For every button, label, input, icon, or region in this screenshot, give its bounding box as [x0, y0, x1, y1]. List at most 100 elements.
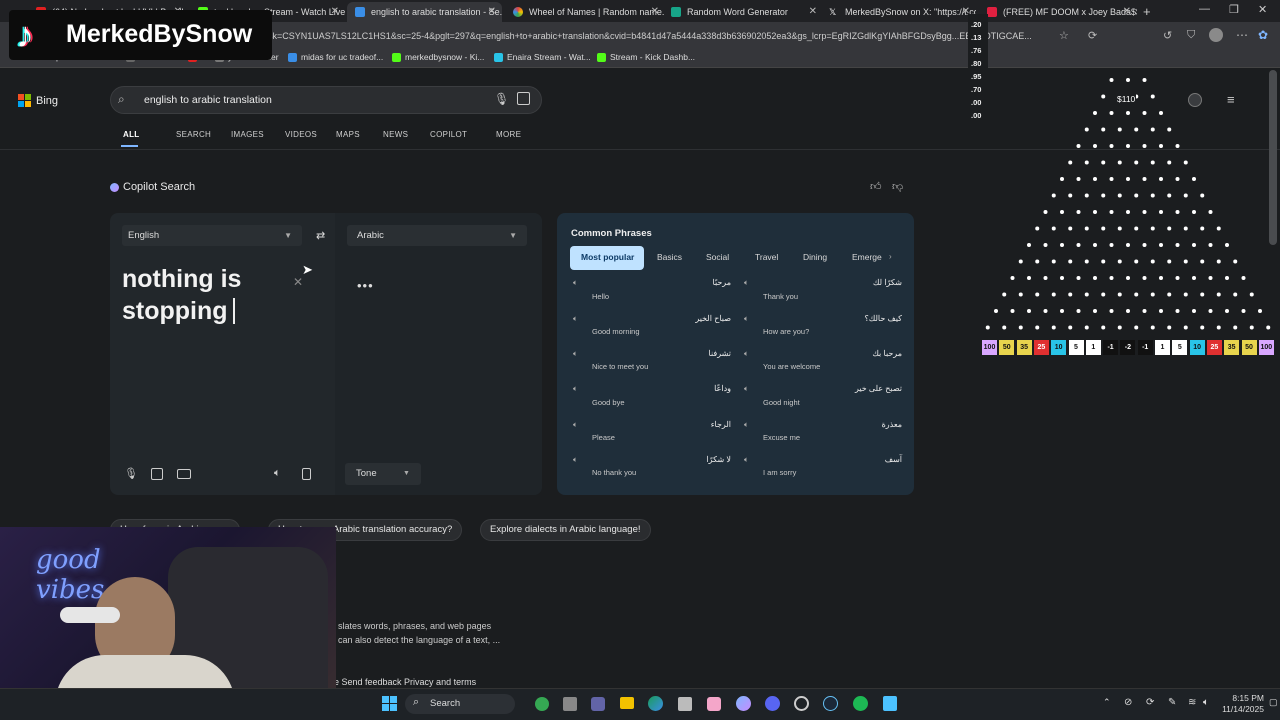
- speaker-icon[interactable]: 🔈︎: [744, 278, 749, 288]
- feedback-links[interactable]: e Send feedback Privacy and terms: [334, 677, 476, 687]
- profile-avatar[interactable]: [1209, 28, 1223, 42]
- source-language-select[interactable]: English ▼: [122, 225, 302, 246]
- new-tab-icon[interactable]: +: [1143, 4, 1151, 19]
- history-icon[interactable]: ↺: [1163, 29, 1172, 42]
- phrase-tab-dining[interactable]: Dining: [803, 252, 827, 262]
- search-input[interactable]: english to arabic translation: [144, 94, 272, 106]
- shield-icon[interactable]: ⛉: [1187, 29, 1195, 42]
- tray-icon[interactable]: ⊘: [1124, 697, 1132, 708]
- start-button-icon[interactable]: [382, 696, 397, 711]
- speaker-icon[interactable]: 🔈︎: [744, 455, 749, 465]
- spotify-icon[interactable]: [853, 696, 868, 711]
- extension-icon[interactable]: ⟳: [1088, 29, 1097, 42]
- obs-icon[interactable]: [794, 696, 809, 711]
- system-clock[interactable]: 8:15 PM 11/14/2025: [1222, 693, 1264, 715]
- plinko-peg: [1117, 325, 1122, 330]
- speaker-icon[interactable]: 🔈︎: [744, 349, 749, 359]
- microphone-icon[interactable]: 🎙︎: [124, 467, 138, 480]
- visual-search-icon[interactable]: [517, 92, 530, 105]
- browser-tab[interactable]: (FREE) MF DOOM x Joey Bada$$ ✕: [979, 2, 1137, 22]
- bing-logo[interactable]: Bing: [18, 94, 58, 107]
- steam-icon[interactable]: [823, 696, 838, 711]
- phrase-tab-emergency[interactable]: Emerge: [852, 252, 882, 262]
- minimize-icon[interactable]: —: [1199, 3, 1210, 15]
- target-language-select[interactable]: Arabic ▼: [347, 225, 527, 246]
- common-phrases-title: Common Phrases: [571, 228, 652, 239]
- bookmark-item[interactable]: midas for uc tradeof...: [288, 52, 383, 62]
- bookmark-item[interactable]: merkedbysnow - Ki...: [392, 52, 484, 62]
- swap-languages-icon[interactable]: ⇄: [316, 229, 325, 242]
- speaker-icon[interactable]: 🔈︎: [573, 420, 578, 430]
- close-tab-icon[interactable]: ✕: [488, 6, 496, 17]
- chevron-up-icon[interactable]: ⌃: [1103, 697, 1111, 708]
- speaker-icon[interactable]: 🔈︎: [274, 467, 281, 480]
- nav-tab-maps[interactable]: MAPS: [336, 130, 360, 139]
- nav-tab-search[interactable]: SEARCH: [176, 130, 211, 139]
- volume-icon[interactable]: 🔈︎: [1203, 697, 1209, 708]
- camera-scan-icon[interactable]: [151, 468, 163, 480]
- speaker-icon[interactable]: 🔈︎: [744, 384, 749, 394]
- speaker-icon[interactable]: 🔈︎: [573, 384, 578, 394]
- microphone-icon[interactable]: 🎙︎: [494, 92, 509, 106]
- browser-tab-active[interactable]: english to arabic translation - Se... ✕: [347, 2, 502, 22]
- source-text-input[interactable]: nothing is stopping: [122, 263, 292, 327]
- suggestion-chip[interactable]: Explore dialects in Arabic language!: [480, 519, 651, 541]
- teams-icon[interactable]: [591, 697, 605, 711]
- speaker-icon[interactable]: 🔈︎: [744, 314, 749, 324]
- phrase-arabic: لا شكرًا: [706, 455, 731, 464]
- nav-tab-news[interactable]: NEWS: [383, 130, 408, 139]
- discord-icon[interactable]: [765, 696, 780, 711]
- thumbs-up-icon[interactable]: 👍︎: [870, 180, 882, 193]
- file-explorer-icon[interactable]: [620, 697, 634, 709]
- star-icon[interactable]: ☆: [1059, 29, 1069, 42]
- notepad-icon[interactable]: [883, 696, 897, 711]
- maximize-icon[interactable]: ❐: [1229, 3, 1239, 16]
- nav-tab-copilot[interactable]: COPILOT: [430, 130, 467, 139]
- close-tab-icon[interactable]: ✕: [1123, 6, 1131, 17]
- copilot-icon[interactable]: ✿: [1258, 28, 1268, 42]
- thumbs-down-icon[interactable]: 👎︎: [892, 180, 903, 193]
- close-tab-icon[interactable]: ✕: [651, 6, 659, 17]
- phrase-tab-travel[interactable]: Travel: [755, 252, 778, 262]
- notification-icon[interactable]: ▢: [1269, 697, 1278, 708]
- copilot-icon[interactable]: [736, 696, 751, 711]
- speaker-icon[interactable]: 🔈︎: [573, 278, 578, 288]
- browser-tab[interactable]: Random Word Generator ✕: [663, 2, 823, 22]
- plinko-peg: [1167, 193, 1172, 198]
- mouse-pointer-icon: ➤: [302, 262, 313, 277]
- tray-icon[interactable]: ⟳: [1146, 697, 1154, 708]
- tray-icon[interactable]: ✎: [1168, 697, 1176, 708]
- close-tab-icon[interactable]: ✕: [809, 6, 817, 17]
- phrase-tab-basics[interactable]: Basics: [657, 252, 682, 262]
- chevron-right-icon[interactable]: ›: [889, 252, 892, 261]
- close-window-icon[interactable]: ✕: [1258, 3, 1267, 16]
- address-bar[interactable]: sk=CSYN1UAS7LS12LC1HS1&sc=25-4&pglt=297&…: [268, 27, 1080, 45]
- taskbar-app-icon[interactable]: [707, 697, 721, 711]
- browser-tab[interactable]: Wheel of Names | Random name... ✕: [505, 2, 665, 22]
- edge-icon[interactable]: [648, 696, 663, 711]
- store-icon[interactable]: [678, 697, 692, 711]
- more-menu-icon[interactable]: ⋯: [1236, 28, 1248, 42]
- wifi-icon[interactable]: ≋: [1188, 697, 1196, 708]
- taskbar-app-icon[interactable]: [535, 697, 549, 711]
- browser-tab[interactable]: 𝕏 MerkedBySnow on X: "https://t.co... ✕: [821, 2, 976, 22]
- nav-tab-videos[interactable]: VIDEOS: [285, 130, 317, 139]
- close-tab-icon[interactable]: ✕: [331, 6, 339, 17]
- speaker-icon[interactable]: 🔈︎: [573, 314, 578, 324]
- task-view-icon[interactable]: [563, 697, 577, 711]
- speaker-icon[interactable]: 🔈︎: [744, 420, 749, 430]
- nav-tab-images[interactable]: IMAGES: [231, 130, 264, 139]
- speaker-icon[interactable]: 🔈︎: [573, 349, 578, 359]
- nav-tab-more[interactable]: MORE: [496, 130, 521, 139]
- copy-icon[interactable]: [302, 468, 311, 480]
- speaker-icon[interactable]: 🔈︎: [573, 455, 578, 465]
- bookmark-item[interactable]: Stream - Kick Dashb...: [597, 52, 695, 62]
- phrase-tab-social[interactable]: Social: [706, 252, 729, 262]
- plinko-peg: [1225, 243, 1229, 247]
- nav-tab-all[interactable]: ALL: [123, 130, 139, 139]
- plinko-peg: [1183, 292, 1188, 297]
- bookmark-item[interactable]: Enaira Stream - Wat...: [494, 52, 591, 62]
- keyboard-icon[interactable]: [177, 469, 191, 479]
- ticker-value: .76: [971, 46, 982, 55]
- phrase-tab-most-popular[interactable]: Most popular: [581, 252, 634, 262]
